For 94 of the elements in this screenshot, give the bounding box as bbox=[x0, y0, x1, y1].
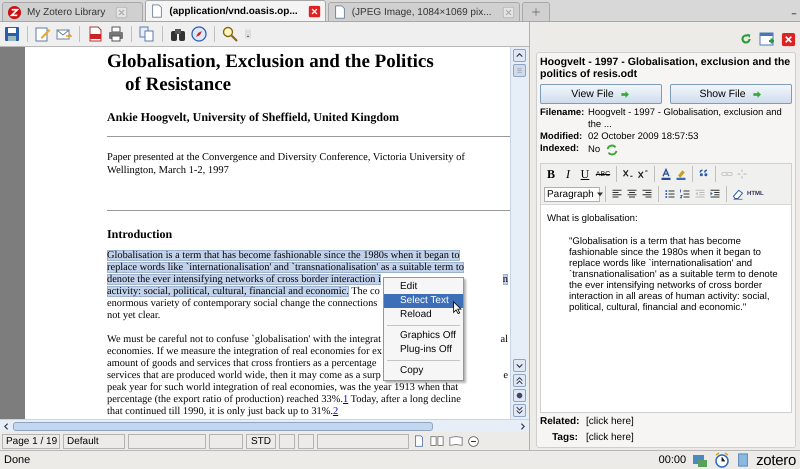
click-here-link[interactable]: [click here] bbox=[586, 430, 634, 445]
document-icon bbox=[332, 5, 347, 19]
plus-icon bbox=[530, 6, 542, 18]
reindex-icon[interactable] bbox=[605, 143, 620, 157]
bullet-list-icon[interactable] bbox=[664, 188, 676, 200]
arrow-icon bbox=[620, 88, 631, 100]
field-label: Filename: bbox=[540, 107, 586, 120]
vertical-scrollbar[interactable] bbox=[510, 46, 528, 420]
eraser-icon[interactable] bbox=[732, 188, 744, 200]
selection-mode: STD bbox=[246, 434, 276, 449]
menu-item[interactable]: Copy bbox=[384, 364, 463, 378]
browser-tab[interactable]: (application/vnd.oasis.op... bbox=[145, 0, 326, 21]
note-heading: What is globalisation: bbox=[547, 213, 639, 224]
close-icon[interactable] bbox=[781, 32, 796, 46]
indent-icon[interactable] bbox=[709, 188, 721, 200]
file-button[interactable]: Show File bbox=[670, 84, 792, 104]
file-button[interactable]: View File bbox=[540, 84, 662, 104]
new-window-icon[interactable] bbox=[759, 31, 775, 47]
field-label: Modified: bbox=[540, 131, 584, 143]
field-label: Related: bbox=[540, 415, 578, 429]
text-line: al bbox=[500, 334, 508, 346]
time-display: 00:00 bbox=[658, 454, 686, 466]
next-page-icon[interactable] bbox=[515, 406, 524, 416]
document-note: Paper presented at the Convergence and Diversity Conference, Victoria University of Wellington, March 1-2, 1997 bbox=[107, 150, 466, 177]
align-right-icon[interactable] bbox=[641, 188, 653, 200]
footnote-link[interactable]: 1 bbox=[343, 394, 348, 405]
superscript-icon[interactable] bbox=[637, 168, 649, 180]
document-author: Ankie Hoogvelt, University of Sheffield, United Kingdom bbox=[107, 110, 400, 124]
grip-icon bbox=[515, 66, 524, 75]
text-line: percentage (the export ratio of production) reached 33%.1 Today, after a long decline bbox=[107, 394, 461, 405]
attachment-title: Hoogvelt - 1997 - Globalisation, exclusion and the politics of resis.odt bbox=[540, 56, 792, 80]
single-page-icon[interactable] bbox=[412, 434, 426, 448]
zoom-out-icon[interactable] bbox=[467, 434, 480, 448]
previous-page-icon[interactable] bbox=[515, 376, 524, 386]
text-line: amount of goods and services that cross frontiers as a percentage bbox=[107, 358, 376, 369]
save-icon[interactable] bbox=[4, 26, 20, 42]
align-center-icon[interactable] bbox=[626, 188, 638, 200]
text-line: enormous variety of contemporary social change the connections bbox=[107, 298, 378, 309]
section-heading: Introduction bbox=[107, 226, 174, 241]
text-line: e bbox=[503, 370, 508, 382]
format-button[interactable]: B bbox=[544, 166, 558, 182]
highlight-color-icon[interactable] bbox=[675, 168, 687, 180]
refresh-icon[interactable] bbox=[739, 32, 753, 46]
text-line: peak year for such world integration of real economies, was the year 1913 when that bbox=[107, 382, 458, 393]
menu-item[interactable]: Edit bbox=[384, 280, 463, 294]
field-value: No bbox=[588, 144, 600, 156]
field-value: 02 October 2009 18:57:53 bbox=[588, 131, 698, 143]
print-icon[interactable] bbox=[108, 26, 124, 42]
document-title: Globalisation, Exclusion and the Politics of Resistance bbox=[107, 50, 435, 96]
field-value: Hoogvelt - 1997 - Globalisation, exclusion and the ... bbox=[588, 107, 783, 131]
text-line: activity: social, political, cultural, financial and economic. The co bbox=[107, 286, 380, 297]
text-line: We must be careful not to confuse `globalisation' with the integrat bbox=[107, 334, 382, 345]
arrow-icon bbox=[752, 88, 763, 100]
field-label: Tags: bbox=[551, 431, 578, 445]
status-text: Done bbox=[4, 454, 30, 466]
menu-item[interactable]: Select Text bbox=[384, 294, 463, 308]
copy-pages-icon[interactable] bbox=[139, 26, 155, 42]
footnote-link[interactable]: 2 bbox=[332, 406, 338, 417]
brand-logo[interactable]: zotero bbox=[756, 452, 796, 468]
text-line: services that are produced world wide, then it may come as a surp bbox=[107, 370, 381, 381]
compass-icon[interactable] bbox=[191, 26, 207, 42]
align-left-icon[interactable] bbox=[611, 188, 623, 200]
network-icon[interactable] bbox=[692, 452, 708, 468]
format-button[interactable]: I bbox=[561, 166, 575, 182]
pdf-icon[interactable] bbox=[87, 26, 103, 42]
z-logo-icon bbox=[7, 4, 22, 20]
subscript-icon[interactable] bbox=[622, 168, 634, 180]
note-editor[interactable] bbox=[540, 163, 792, 413]
numbered-list-icon[interactable] bbox=[679, 188, 691, 200]
navigator-icon[interactable] bbox=[515, 391, 524, 400]
browser-tab[interactable]: My Zotero Library bbox=[2, 2, 144, 21]
text-line: that continued till 1990, it is only just back up to 31%.2 bbox=[107, 406, 338, 417]
text-line: economies. If we measure the integration of real economies for ex bbox=[107, 346, 382, 357]
edit-icon[interactable] bbox=[35, 26, 51, 42]
document-icon bbox=[150, 4, 164, 18]
menu-item[interactable]: Graphics Off bbox=[384, 328, 463, 343]
note-quote: "Globalisation is a term that has become fashionable since the 1980s when it began to replace words like `internationalisation' and `transnationalisation' as a suitable term to denote the ever intensifying networks of cross border interaction in all areas of human activity: social, political, cultural, financial and economic." bbox=[569, 236, 779, 313]
zoom-icon[interactable] bbox=[222, 26, 238, 42]
two-pages-icon[interactable] bbox=[429, 434, 445, 448]
text-color-icon[interactable] bbox=[660, 168, 672, 180]
block-format-select[interactable]: Paragraph bbox=[544, 186, 600, 202]
browser-tab[interactable]: (JPEG Image, 1084×1069 pix... bbox=[328, 2, 520, 21]
format-button[interactable]: U bbox=[578, 166, 592, 182]
new-tab-button[interactable] bbox=[522, 2, 550, 21]
alarm-clock-icon[interactable] bbox=[714, 452, 730, 468]
menu-item[interactable]: Plug-ins Off bbox=[384, 342, 463, 357]
close-icon[interactable] bbox=[308, 4, 321, 18]
text-line: not yet clear. bbox=[107, 310, 160, 321]
page-style: Default bbox=[63, 434, 125, 449]
page-indicator: Page 1 / 19 bbox=[2, 434, 60, 449]
field-label: Indexed: bbox=[540, 143, 580, 156]
click-here-link[interactable]: [click here] bbox=[586, 414, 634, 429]
panel-icon[interactable] bbox=[736, 452, 750, 468]
horizontal-scrollbar[interactable] bbox=[0, 419, 529, 432]
